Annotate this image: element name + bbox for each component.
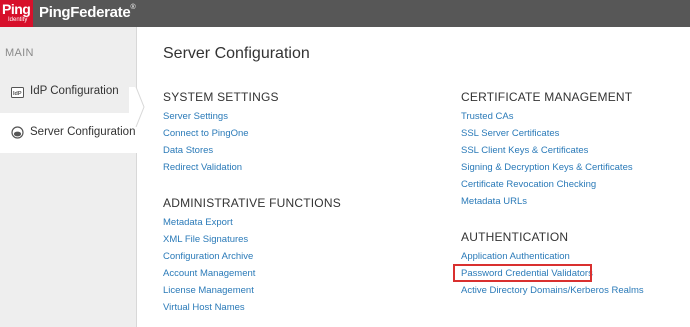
- sidebar: MAIN IdP IdP Configuration Server Config…: [0, 27, 137, 327]
- link-virtual-host-names[interactable]: Virtual Host Names: [163, 302, 245, 313]
- link-xml-file-signatures[interactable]: XML File Signatures: [163, 234, 248, 245]
- section-certificate-management: CERTIFICATE MANAGEMENT: [461, 90, 633, 104]
- link-ssl-server-certificates[interactable]: SSL Server Certificates: [461, 128, 559, 139]
- idp-icon: IdP: [11, 85, 24, 103]
- sidebar-item-idp-configuration[interactable]: IdP IdP Configuration: [0, 72, 137, 112]
- top-bar: Ping Identity PingFederate®: [0, 0, 690, 27]
- link-redirect-validation[interactable]: Redirect Validation: [163, 162, 242, 173]
- link-data-stores[interactable]: Data Stores: [163, 145, 213, 156]
- link-application-authentication[interactable]: Application Authentication: [461, 251, 570, 262]
- link-metadata-urls[interactable]: Metadata URLs: [461, 196, 527, 207]
- sidebar-item-server-configuration[interactable]: Server Configuration: [0, 113, 137, 153]
- link-active-directory-domains-kerberos-realms[interactable]: Active Directory Domains/Kerberos Realms: [461, 285, 644, 296]
- section-administrative-functions: ADMINISTRATIVE FUNCTIONS: [163, 196, 341, 210]
- sidebar-section-label: MAIN: [5, 47, 34, 59]
- section-system-settings: SYSTEM SETTINGS: [163, 90, 279, 104]
- ping-identity-logo[interactable]: Ping Identity: [0, 0, 33, 27]
- highlight-box: [453, 264, 592, 282]
- page-title: Server Configuration: [163, 45, 310, 62]
- sidebar-item-label: Server Configuration: [30, 126, 136, 138]
- link-configuration-archive[interactable]: Configuration Archive: [163, 251, 253, 262]
- link-metadata-export[interactable]: Metadata Export: [163, 217, 233, 228]
- logo-subtext: Identity: [8, 17, 28, 23]
- section-authentication: AUTHENTICATION: [461, 230, 569, 244]
- svg-text:IdP: IdP: [13, 91, 22, 97]
- link-account-management[interactable]: Account Management: [163, 268, 255, 279]
- product-name: PingFederate®: [39, 4, 136, 21]
- sidebar-item-label: IdP Configuration: [30, 85, 119, 97]
- registered-mark: ®: [130, 4, 136, 11]
- link-signing-decryption-keys-certificates[interactable]: Signing & Decryption Keys & Certificates: [461, 162, 633, 173]
- product-name-text: PingFederate: [39, 4, 131, 21]
- link-certificate-revocation-checking[interactable]: Certificate Revocation Checking: [461, 179, 596, 190]
- logo-text: Ping: [2, 1, 31, 17]
- link-trusted-cas[interactable]: Trusted CAs: [461, 111, 513, 122]
- server-config-icon: [11, 126, 24, 144]
- link-connect-to-pingone[interactable]: Connect to PingOne: [163, 128, 249, 139]
- main-content: Server Configuration SYSTEM SETTINGS Ser…: [137, 27, 690, 327]
- link-ssl-client-keys-certificates[interactable]: SSL Client Keys & Certificates: [461, 145, 588, 156]
- link-server-settings[interactable]: Server Settings: [163, 111, 228, 122]
- link-license-management[interactable]: License Management: [163, 285, 254, 296]
